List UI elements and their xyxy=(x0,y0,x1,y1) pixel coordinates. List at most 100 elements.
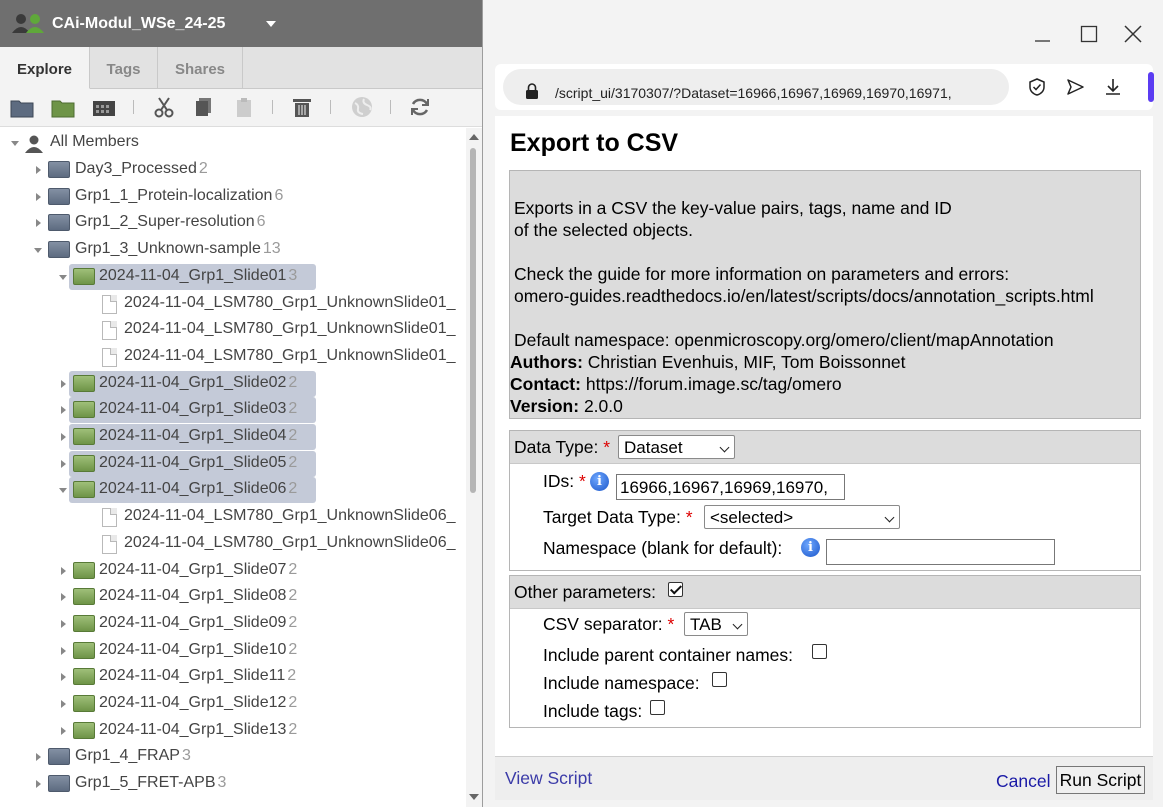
data-type-select[interactable]: Dataset xyxy=(618,435,735,459)
explorer-tabs: Explore Tags Shares xyxy=(0,47,482,89)
tree-image-item[interactable]: 2024-11-04_LSM780_Grp1_UnknownSlide01_ xyxy=(0,317,466,343)
tree-item-label: Day3_Processed 2 xyxy=(75,160,208,178)
info-icon[interactable]: i xyxy=(590,472,609,491)
paste-icon[interactable] xyxy=(232,96,256,118)
tree-dataset-item[interactable]: 2024-11-04_Grp1_Slide12 2 xyxy=(0,691,466,717)
tree-image-item[interactable]: 2024-11-04_LSM780_Grp1_UnknownSlide06_ xyxy=(0,504,466,530)
tree-scrollbar[interactable] xyxy=(466,128,482,807)
new-dataset-icon[interactable] xyxy=(51,96,75,118)
info-icon[interactable]: i xyxy=(801,538,820,557)
collapse-toggle-icon[interactable] xyxy=(59,274,67,280)
tree-dataset-item[interactable]: 2024-11-04_Grp1_Slide05 2 xyxy=(0,450,466,477)
scroll-down-icon[interactable] xyxy=(469,794,479,800)
include-tags-checkbox[interactable] xyxy=(650,700,665,715)
tree-dataset-item[interactable]: 2024-11-04_Grp1_Slide09 2 xyxy=(0,611,466,637)
target-data-type-select[interactable]: <selected> xyxy=(704,505,900,529)
expand-toggle-icon[interactable] xyxy=(61,646,66,655)
tree-dataset-item[interactable]: 2024-11-04_Grp1_Slide13 2 xyxy=(0,718,466,744)
tree-dataset-item[interactable]: 2024-11-04_Grp1_Slide01 3 xyxy=(0,263,466,290)
expand-toggle-icon[interactable] xyxy=(61,406,66,415)
tree-project-item[interactable]: Grp1_5_FRET-APB 3 xyxy=(0,771,466,797)
delete-icon[interactable] xyxy=(290,96,314,118)
tree-project-item[interactable]: Grp1_1_Protein-localization 6 xyxy=(0,184,466,210)
new-screen-icon[interactable] xyxy=(92,96,116,118)
version-value: 2.0.0 xyxy=(583,396,623,416)
expand-toggle-icon[interactable] xyxy=(61,700,66,708)
download-icon[interactable] xyxy=(1103,77,1123,97)
expand-toggle-icon[interactable] xyxy=(36,753,41,762)
expand-toggle-icon[interactable] xyxy=(61,566,66,575)
view-script-link[interactable]: View Script xyxy=(505,768,592,789)
tree-image-item[interactable]: 2024-11-04_LSM780_Grp1_UnknownSlide06_ xyxy=(0,531,466,557)
tree-dataset-item[interactable]: 2024-11-04_Grp1_Slide08 2 xyxy=(0,584,466,610)
tree-dataset-item[interactable]: 2024-11-04_Grp1_Slide10 2 xyxy=(0,638,466,664)
lock-icon[interactable] xyxy=(525,83,539,99)
collapse-toggle-icon[interactable] xyxy=(59,488,67,494)
tree-project-item[interactable]: Grp1_2_Super-resolution 6 xyxy=(0,210,466,236)
cut-icon[interactable] xyxy=(152,96,176,118)
shield-icon[interactable] xyxy=(1027,77,1047,97)
tree-item-label: Grp1_5_FRET-APB 3 xyxy=(75,774,226,792)
child-count-badge: 2 xyxy=(288,480,298,498)
globe-icon[interactable] xyxy=(350,96,374,118)
expand-toggle-icon[interactable] xyxy=(36,166,41,174)
expand-toggle-icon[interactable] xyxy=(61,673,66,682)
other-parameters-header: Other parameters: xyxy=(510,576,1140,609)
minimize-icon[interactable] xyxy=(1033,24,1053,44)
tab-tags[interactable]: Tags xyxy=(90,47,158,89)
expand-toggle-icon[interactable] xyxy=(36,780,41,789)
scrollbar-thumb[interactable] xyxy=(470,148,476,493)
close-icon[interactable] xyxy=(1123,24,1143,44)
url-field[interactable]: /script_ui/3170307/?Dataset=16966,16967,… xyxy=(503,69,1009,105)
tree-dataset-item[interactable]: 2024-11-04_Grp1_Slide07 2 xyxy=(0,558,466,584)
group-selector[interactable]: CAi-Modul_WSe_24-25 xyxy=(0,0,482,47)
include-parent-checkbox[interactable] xyxy=(812,644,827,659)
expand-toggle-icon[interactable] xyxy=(61,619,66,628)
csv-separator-select[interactable]: TAB xyxy=(684,612,748,636)
group-name: CAi-Modul_WSe_24-25 xyxy=(52,15,226,32)
copy-icon[interactable] xyxy=(192,96,216,118)
tab-shares[interactable]: Shares xyxy=(158,47,243,89)
tree-item-label: 2024-11-04_LSM780_Grp1_UnknownSlide01_ xyxy=(124,347,456,365)
expand-toggle-icon[interactable] xyxy=(11,141,19,146)
new-project-icon[interactable] xyxy=(10,96,34,118)
dataset-folder-icon xyxy=(73,481,95,499)
tree-project-item[interactable]: Grp1_4_FRAP 3 xyxy=(0,744,466,770)
maximize-icon[interactable] xyxy=(1079,24,1099,44)
expand-toggle-icon[interactable] xyxy=(36,192,41,201)
chevron-down-icon xyxy=(719,442,730,453)
tree-dataset-item[interactable]: 2024-11-04_Grp1_Slide04 2 xyxy=(0,424,466,450)
tree-root-all-members[interactable]: All Members xyxy=(0,130,466,156)
namespace-input[interactable] xyxy=(826,539,1055,565)
dataset-folder-icon xyxy=(73,374,95,392)
expand-toggle-icon[interactable] xyxy=(61,379,66,388)
expand-toggle-icon[interactable] xyxy=(36,219,41,228)
tree-project-item[interactable]: Day3_Processed 2 xyxy=(0,157,466,183)
chevron-down-icon xyxy=(884,512,895,523)
expand-toggle-icon[interactable] xyxy=(61,593,66,602)
ids-input[interactable]: 16966,16967,16969,16970, xyxy=(616,474,845,500)
refresh-icon[interactable] xyxy=(408,96,432,118)
tree-dataset-item[interactable]: 2024-11-04_Grp1_Slide11 2 xyxy=(0,664,466,690)
tree-image-item[interactable]: 2024-11-04_LSM780_Grp1_UnknownSlide01_ xyxy=(0,291,466,317)
cancel-link[interactable]: Cancel xyxy=(996,771,1050,792)
version-label: Version: xyxy=(510,396,580,416)
expand-toggle-icon[interactable] xyxy=(61,433,66,441)
child-count-badge: 13 xyxy=(262,240,281,258)
chevron-down-icon[interactable] xyxy=(266,21,276,27)
other-parameters-checkbox[interactable] xyxy=(668,582,683,597)
dataset-folder-icon xyxy=(73,721,95,739)
include-namespace-checkbox[interactable] xyxy=(712,672,727,687)
send-icon[interactable] xyxy=(1065,77,1085,97)
tree-dataset-item[interactable]: 2024-11-04_Grp1_Slide06 2 xyxy=(0,477,466,504)
run-script-button[interactable]: Run Script xyxy=(1056,766,1145,794)
tree-dataset-item[interactable]: 2024-11-04_Grp1_Slide03 2 xyxy=(0,397,466,424)
tab-explore[interactable]: Explore xyxy=(0,47,90,89)
tree-image-item[interactable]: 2024-11-04_LSM780_Grp1_UnknownSlide01_ xyxy=(0,344,466,370)
scroll-up-icon[interactable] xyxy=(469,134,479,140)
expand-toggle-icon[interactable] xyxy=(61,459,66,468)
collapse-toggle-icon[interactable] xyxy=(34,248,42,254)
expand-toggle-icon[interactable] xyxy=(61,726,66,735)
tree-dataset-item[interactable]: 2024-11-04_Grp1_Slide02 2 xyxy=(0,370,466,397)
tree-project-item[interactable]: Grp1_3_Unknown-sample 13 xyxy=(0,237,466,263)
